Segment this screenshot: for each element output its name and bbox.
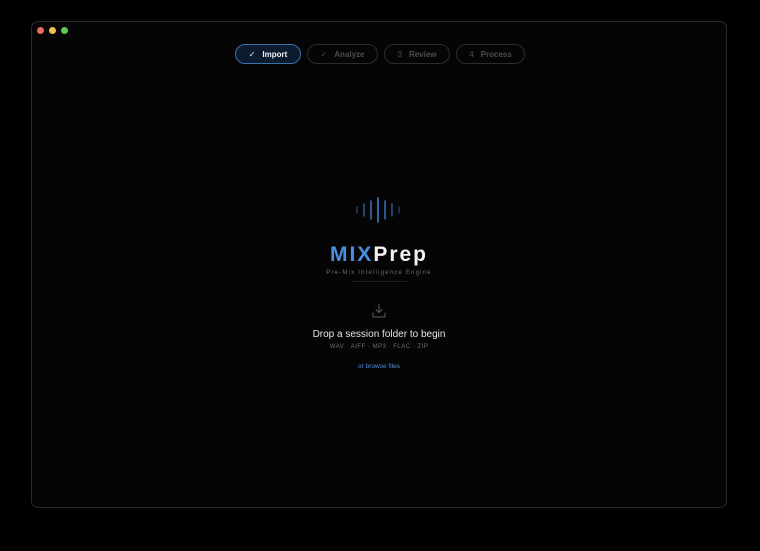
check-icon: ✓ [320, 49, 328, 59]
window-controls [37, 27, 68, 34]
close-window-button[interactable] [37, 27, 44, 34]
browse-files-link[interactable]: or browse files [358, 363, 400, 370]
step-process[interactable]: 4 Process [456, 44, 525, 64]
drop-zone[interactable]: MIXPrep Pre-Mix Intelligence Engine Drop… [32, 197, 726, 370]
app-logo: MIXPrep [330, 243, 428, 267]
waveform-icon [356, 197, 400, 223]
supported-formats: WAV · AIFF · MP3 · FLAC · ZIP [329, 344, 429, 350]
step-review[interactable]: 3 Review [384, 44, 450, 64]
step-import[interactable]: ✓ Import [235, 44, 301, 64]
step-label: Review [408, 49, 437, 59]
step-number: 3 [397, 49, 402, 59]
logo-mix: MIX [329, 243, 374, 266]
zoom-window-button[interactable] [61, 27, 68, 34]
step-analyze[interactable]: ✓ Analyze [307, 44, 378, 64]
step-number: 4 [469, 49, 474, 59]
check-icon: ✓ [248, 49, 256, 59]
step-label: Process [480, 49, 512, 59]
app-window: ✓ Import ✓ Analyze 3 Review 4 Process MI… [31, 21, 727, 508]
download-tray-icon [372, 304, 386, 318]
logo-prep: Prep [373, 243, 429, 266]
step-label: Import [262, 49, 288, 59]
minimize-window-button[interactable] [49, 27, 56, 34]
workflow-steps: ✓ Import ✓ Analyze 3 Review 4 Process [235, 44, 525, 64]
divider [351, 281, 407, 282]
drop-title: Drop a session folder to begin [312, 329, 446, 340]
tagline: Pre-Mix Intelligence Engine [326, 270, 432, 276]
step-label: Analyze [334, 49, 365, 59]
